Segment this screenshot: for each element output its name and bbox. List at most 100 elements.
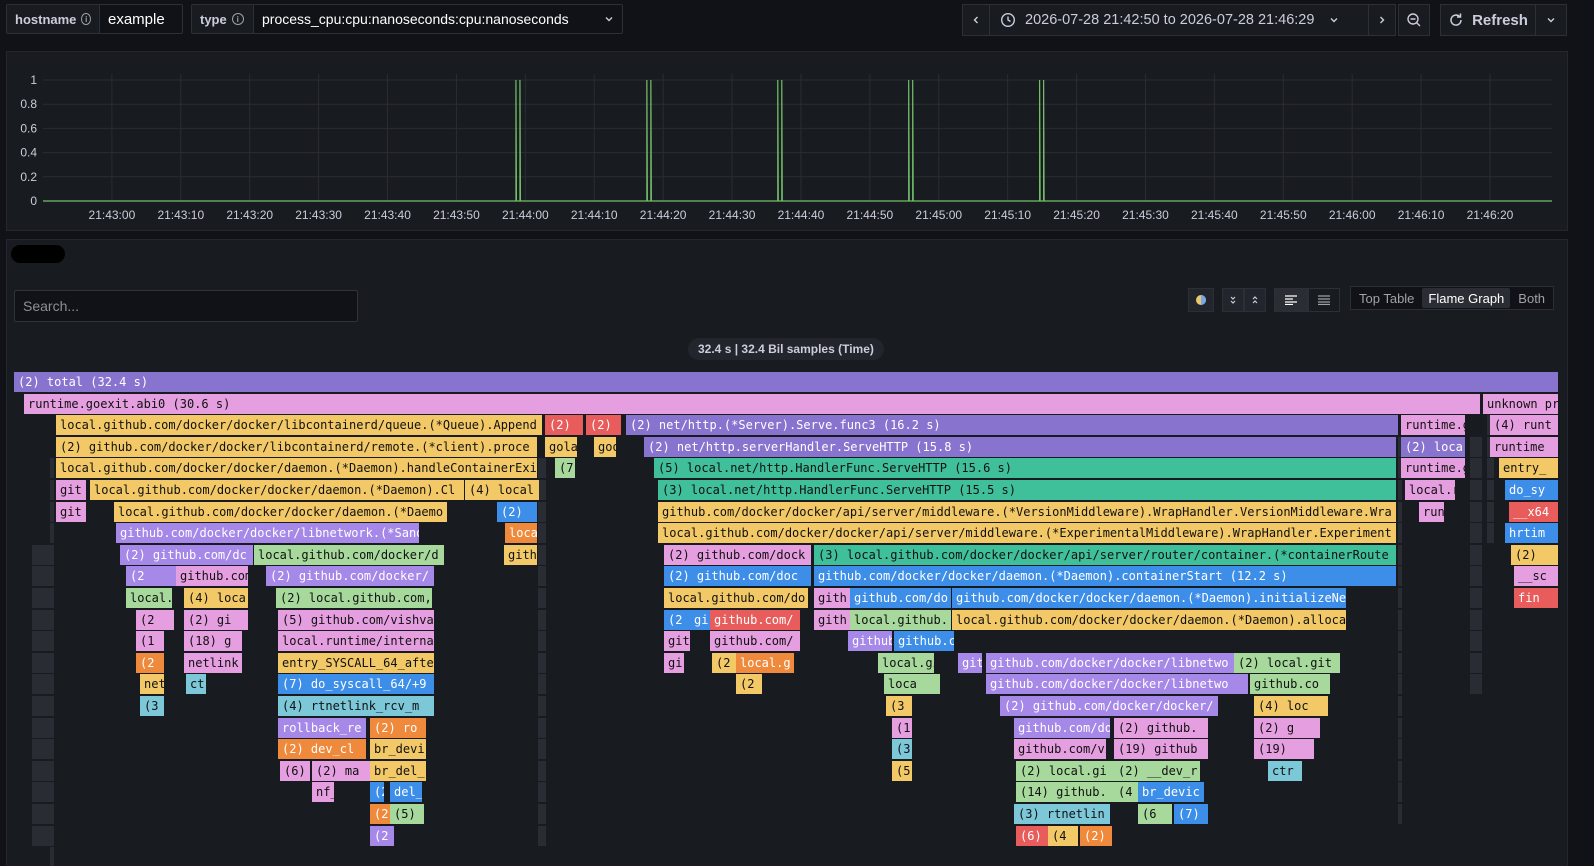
flame-frame[interactable]: local.github.com/docker/docker/api/serve… bbox=[658, 523, 1396, 544]
flame-frame[interactable]: (7 bbox=[555, 458, 575, 479]
flame-frame[interactable]: local.runtime/interna bbox=[278, 631, 434, 652]
flame-frame[interactable]: (2) github.com/dc bbox=[120, 544, 253, 565]
flame-frame[interactable]: (2) total (32.4 s) bbox=[14, 372, 1558, 392]
flame-frame[interactable]: (2) ro bbox=[370, 717, 426, 738]
flame-frame[interactable]: ctr bbox=[186, 674, 206, 695]
flame-frame[interactable]: (2) github.com/dock bbox=[664, 544, 811, 565]
zoom-out-button[interactable] bbox=[1398, 4, 1430, 36]
flame-frame[interactable]: (5) local.net/http.HandlerFunc.ServeHTTP… bbox=[654, 458, 1396, 479]
color-scheme-button[interactable] bbox=[1188, 288, 1214, 312]
flame-frame[interactable]: (2) local.github.com, bbox=[276, 588, 432, 608]
flame-frame[interactable]: loca bbox=[505, 523, 537, 544]
flame-frame[interactable]: run bbox=[1419, 501, 1444, 522]
flame-frame[interactable]: (4) runt bbox=[1490, 415, 1558, 436]
flame-frame[interactable]: (2 bbox=[136, 652, 164, 673]
flame-frame[interactable]: (2) g bbox=[1254, 717, 1320, 738]
flame-frame[interactable]: (7) bbox=[1174, 804, 1208, 824]
flame-frame[interactable]: (2) net/http.(*Server).Serve.func3 (16.2… bbox=[626, 415, 1398, 436]
flame-frame[interactable]: github.com/ bbox=[710, 631, 800, 652]
flame-frame[interactable]: (2 bbox=[370, 782, 384, 803]
search-input[interactable] bbox=[14, 290, 358, 322]
flame-frame[interactable]: (3 bbox=[886, 696, 912, 716]
flame-frame[interactable]: (2) github. bbox=[1114, 717, 1208, 738]
flame-frame[interactable]: local.github.com/docker/docker/libcontai… bbox=[56, 415, 542, 436]
flame-frame[interactable]: local.github.com/docker/docker/daemon.(*… bbox=[56, 458, 537, 479]
flame-frame[interactable]: github.com/docker/docker/daemon.(*Daemon… bbox=[894, 631, 954, 652]
flame-frame[interactable]: (2 bbox=[664, 609, 690, 630]
flame-frame[interactable]: github.com/docker/docker/daemon.(*Daemon… bbox=[952, 588, 1346, 608]
flame-frame[interactable]: local.github.com/docker/docker/daemon.(*… bbox=[90, 480, 464, 500]
flame-frame[interactable]: (6 bbox=[1138, 804, 1172, 824]
view-flame-graph[interactable]: Flame Graph bbox=[1422, 288, 1511, 308]
flame-frame[interactable]: gola bbox=[545, 436, 577, 457]
flame-frame[interactable]: (1 bbox=[892, 717, 912, 738]
flame-frame[interactable]: github.com bbox=[848, 631, 892, 652]
flame-frame[interactable]: (2) loca bbox=[1401, 436, 1465, 457]
info-icon[interactable]: i bbox=[81, 13, 91, 25]
time-next-button[interactable] bbox=[1368, 4, 1396, 36]
flame-frame[interactable]: (1 bbox=[136, 631, 164, 652]
flame-frame[interactable]: loca bbox=[884, 674, 940, 695]
flame-frame[interactable]: github.com bbox=[176, 566, 248, 587]
flame-frame[interactable]: git bbox=[56, 501, 86, 522]
hostname-value[interactable]: example bbox=[99, 4, 183, 34]
flame-frame[interactable]: (3) local.github.com/docker/docker/api/s… bbox=[814, 544, 1396, 565]
flame-frame[interactable]: (7) do_syscall_64/+9 bbox=[278, 674, 434, 695]
flame-frame[interactable]: (18) g bbox=[184, 631, 242, 652]
flame-frame[interactable]: github.com/docker/docker/api/server/midd… bbox=[658, 501, 1396, 522]
cpu-timeseries-chart[interactable]: 1 0.8 0.6 0.4 0.2 0 21:43:00 21:43:10 21:43:20 21… bbox=[7, 52, 1567, 230]
flame-frame[interactable]: (4) loca bbox=[184, 588, 248, 608]
flame-frame[interactable]: gith bbox=[504, 544, 537, 565]
flame-frame[interactable]: unknown pr bbox=[1483, 393, 1558, 414]
flame-frame[interactable]: gith bbox=[814, 588, 852, 608]
flame-frame[interactable]: gi bbox=[690, 609, 710, 630]
view-both[interactable]: Both bbox=[1512, 288, 1551, 308]
flame-frame[interactable]: (2 bbox=[136, 609, 174, 630]
info-icon[interactable]: i bbox=[231, 13, 244, 25]
flame-frame[interactable]: github.com/vi bbox=[1014, 739, 1106, 760]
flame-frame[interactable]: hrtim bbox=[1505, 523, 1558, 544]
flame-frame[interactable]: (2) ma bbox=[312, 760, 372, 781]
flame-frame[interactable]: (3 bbox=[892, 739, 912, 760]
flame-frame[interactable]: runtime bbox=[1490, 436, 1558, 457]
time-prev-button[interactable] bbox=[962, 4, 990, 36]
flame-frame[interactable]: (2) local.git bbox=[1234, 652, 1340, 673]
flame-frame[interactable]: (2) bbox=[1080, 825, 1112, 846]
flame-frame[interactable]: (3) rtnetlin bbox=[1014, 804, 1110, 824]
flame-frame[interactable]: (2 bbox=[126, 566, 180, 587]
flame-frame[interactable]: (2) dev_cl bbox=[278, 739, 366, 760]
flame-frame[interactable]: github.com/docker/docker/libnetwo bbox=[986, 652, 1248, 673]
collapse-button[interactable] bbox=[1222, 288, 1244, 312]
flame-frame[interactable]: local. bbox=[126, 588, 172, 608]
flame-frame[interactable]: (4 bbox=[1048, 825, 1078, 846]
flame-frame[interactable]: (3 bbox=[140, 696, 164, 716]
flame-frame[interactable]: (2) bbox=[545, 415, 583, 436]
flame-frame[interactable]: entry_ bbox=[1499, 458, 1558, 479]
flame-frame[interactable]: (4) rtnetlink_rcv_m bbox=[278, 696, 434, 716]
flame-frame[interactable]: runtime.g bbox=[1401, 458, 1465, 479]
flame-frame[interactable]: (2) bbox=[1511, 544, 1558, 565]
flame-frame[interactable]: (2) net/http.serverHandler.ServeHTTP (15… bbox=[644, 436, 1396, 457]
flame-frame[interactable]: net bbox=[140, 674, 164, 695]
refresh-button[interactable]: Refresh bbox=[1440, 4, 1536, 36]
flame-frame[interactable]: (2 bbox=[736, 674, 762, 695]
flame-frame[interactable]: br_del_ bbox=[370, 760, 426, 781]
flame-frame[interactable]: netlink bbox=[184, 652, 242, 673]
flame-frame[interactable]: local.gi bbox=[878, 652, 934, 673]
flame-frame[interactable]: (2 bbox=[370, 825, 394, 846]
flame-frame[interactable]: (2) gi bbox=[184, 609, 248, 630]
flame-frame[interactable]: (4) loc bbox=[1254, 696, 1328, 716]
flame-frame[interactable]: runtime.goexit.abi0 (30.6 s) bbox=[24, 393, 1480, 414]
flame-frame[interactable]: (2) github.com/doc bbox=[664, 566, 811, 587]
view-top-table[interactable]: Top Table bbox=[1353, 288, 1420, 308]
flame-frame[interactable]: local.github.com/docker/docker/daemon.(*… bbox=[114, 501, 447, 522]
flame-frame[interactable]: br_devi bbox=[370, 739, 426, 760]
flame-frame[interactable]: (5 bbox=[892, 760, 912, 781]
flame-frame[interactable]: fin bbox=[1514, 588, 1558, 608]
flame-frame[interactable]: (2) local.gi bbox=[1016, 760, 1114, 781]
flame-frame[interactable]: entry_SYSCALL_64_afte bbox=[278, 652, 434, 673]
flame-frame[interactable]: git bbox=[664, 631, 690, 652]
flame-frame[interactable]: nf_ bbox=[312, 782, 334, 803]
flame-frame[interactable]: github.com/do bbox=[1014, 717, 1110, 738]
flame-frame[interactable]: (2) bbox=[586, 415, 621, 436]
